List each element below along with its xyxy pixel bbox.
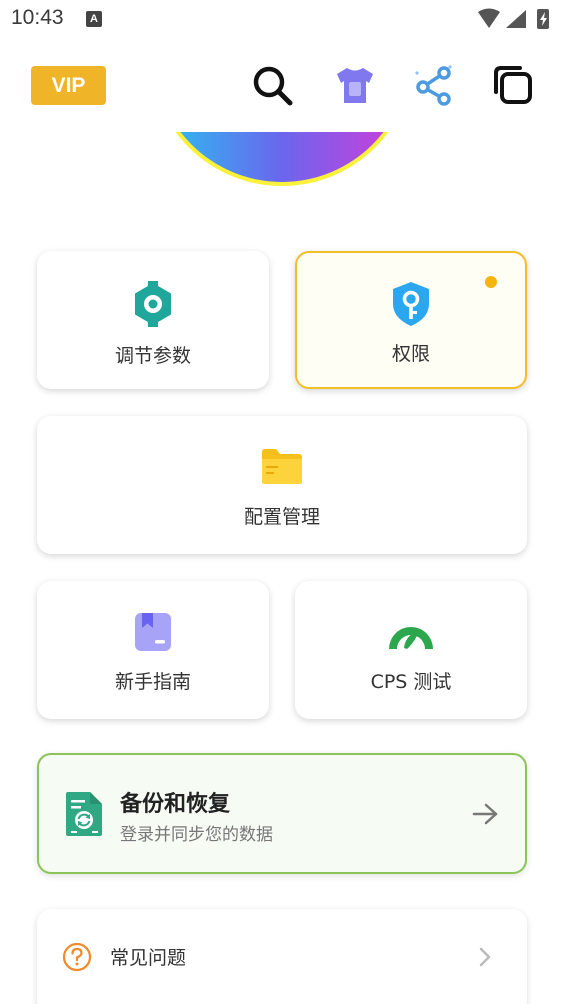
tile-config-manage-label: 配置管理 bbox=[243, 506, 320, 528]
search-icon[interactable] bbox=[250, 63, 294, 107]
share-icon[interactable] bbox=[412, 63, 456, 107]
bookmark-icon bbox=[135, 613, 171, 651]
backup-subtitle: 登录并同步您的数据 bbox=[120, 825, 273, 845]
question-circle-icon bbox=[62, 942, 92, 972]
speedometer-icon bbox=[389, 627, 433, 649]
status-time: 10:43 bbox=[11, 6, 64, 29]
notification-a-icon: A bbox=[86, 11, 102, 27]
shield-key-icon bbox=[393, 282, 429, 326]
top-bar: VIP bbox=[0, 58, 564, 116]
status-bar: 10:43 A bbox=[0, 0, 564, 38]
vip-button[interactable]: VIP bbox=[31, 66, 106, 105]
wifi-icon bbox=[478, 8, 500, 28]
tile-config-manage[interactable]: 配置管理 bbox=[37, 416, 527, 554]
copy-icon[interactable] bbox=[491, 63, 535, 107]
folder-icon bbox=[262, 449, 302, 484]
tile-adjust-params-label: 调节参数 bbox=[114, 345, 191, 367]
tile-beginner-guide-label: 新手指南 bbox=[114, 671, 191, 693]
tile-cps-test-label: CPS 测试 bbox=[370, 671, 452, 693]
backup-restore-card[interactable]: 备份和恢复 登录并同步您的数据 bbox=[37, 753, 527, 874]
tile-cps-test[interactable]: CPS 测试 bbox=[295, 581, 527, 719]
backup-title: 备份和恢复 bbox=[120, 792, 231, 817]
tile-adjust-params[interactable]: 调节参数 bbox=[37, 251, 269, 389]
faq-card[interactable]: 常见问题 bbox=[37, 909, 527, 1004]
chevron-right-icon[interactable] bbox=[478, 947, 492, 967]
tile-permissions-label: 权限 bbox=[391, 343, 430, 365]
faq-label: 常见问题 bbox=[110, 947, 187, 969]
tile-permissions[interactable]: 权限 bbox=[295, 251, 527, 389]
signal-icon bbox=[506, 10, 526, 28]
new-badge-dot bbox=[485, 276, 497, 288]
tshirt-icon[interactable] bbox=[333, 63, 377, 107]
status-icons bbox=[478, 8, 549, 29]
file-sync-icon bbox=[66, 792, 102, 836]
color-wheel[interactable] bbox=[0, 132, 564, 222]
gear-icon bbox=[135, 281, 171, 327]
arrow-right-icon[interactable] bbox=[472, 802, 500, 826]
tile-beginner-guide[interactable]: 新手指南 bbox=[37, 581, 269, 719]
